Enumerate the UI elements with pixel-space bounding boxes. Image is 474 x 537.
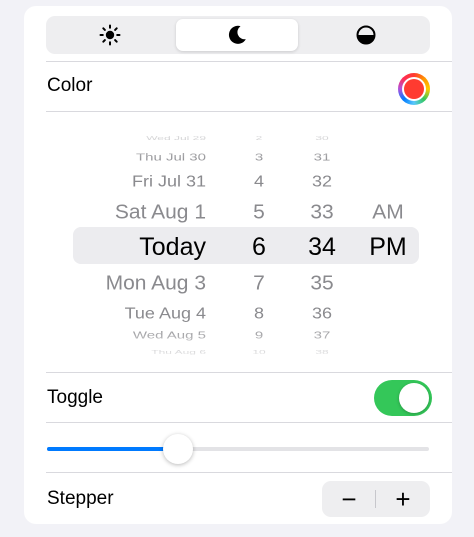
color-label: Color <box>47 75 93 96</box>
toggle-switch[interactable] <box>374 380 432 416</box>
picker-hour-item[interactable]: 10 <box>238 349 280 354</box>
picker-hour-item[interactable]: 3 <box>238 152 280 163</box>
divider <box>46 61 452 62</box>
date-picker-wheel[interactable]: Wed Jul 29 Thu Jul 30 Fri Jul 31 Sat Aug 1 T… <box>24 124 452 364</box>
divider <box>46 422 452 423</box>
picker-period-item[interactable]: AM <box>358 202 418 222</box>
stepper-increment-button[interactable]: + <box>376 481 430 517</box>
picker-date-item[interactable]: Wed Jul 29 <box>84 135 206 140</box>
moon-icon <box>226 24 248 46</box>
picker-column-period[interactable]: AM PM <box>358 124 418 364</box>
picker-minute-item[interactable]: 32 <box>298 173 346 189</box>
picker-date-item[interactable]: Tue Aug 4 <box>84 305 206 321</box>
picker-minute-selected[interactable]: 34 <box>298 235 346 260</box>
picker-minute-item[interactable]: 30 <box>298 135 346 140</box>
picker-hour-item[interactable]: 9 <box>238 330 280 341</box>
picker-period-selected[interactable]: PM <box>358 235 418 260</box>
divider <box>46 372 452 373</box>
color-well[interactable] <box>398 73 430 105</box>
toggle-knob <box>399 383 429 413</box>
picker-date-item[interactable]: Fri Jul 31 <box>84 173 206 189</box>
picker-date-selected[interactable]: Today <box>84 235 206 260</box>
picker-date-item[interactable]: Sat Aug 1 <box>84 202 206 222</box>
divider <box>46 111 452 112</box>
sun-icon <box>99 24 121 46</box>
picker-date-item[interactable]: Thu Aug 6 <box>84 349 206 354</box>
picker-date-item[interactable]: Wed Aug 5 <box>84 330 206 341</box>
segment-light[interactable] <box>49 19 171 51</box>
stepper-decrement-button[interactable]: − <box>322 481 376 517</box>
picker-column-minute[interactable]: 30 31 32 33 34 35 36 37 38 <box>298 124 346 364</box>
half-circle-icon <box>355 24 377 46</box>
picker-date-item[interactable]: Thu Jul 30 <box>84 152 206 163</box>
picker-hour-item[interactable]: 5 <box>238 202 280 222</box>
picker-minute-item[interactable]: 36 <box>298 305 346 321</box>
slider[interactable] <box>47 434 429 464</box>
picker-minute-item[interactable]: 31 <box>298 152 346 163</box>
picker-hour-selected[interactable]: 6 <box>238 235 280 260</box>
slider-fill <box>47 447 179 451</box>
toggle-label: Toggle <box>47 387 103 408</box>
stepper[interactable]: − + <box>322 481 430 517</box>
appearance-segmented-control[interactable] <box>46 16 430 54</box>
picker-hour-item[interactable]: 8 <box>238 305 280 321</box>
picker-hour-item[interactable]: 7 <box>238 273 280 293</box>
divider <box>46 472 452 473</box>
stepper-label: Stepper <box>47 488 114 509</box>
picker-date-item[interactable]: Mon Aug 3 <box>84 273 206 293</box>
picker-minute-item[interactable]: 35 <box>298 273 346 293</box>
segment-auto[interactable] <box>305 19 427 51</box>
picker-hour-item[interactable]: 4 <box>238 173 280 189</box>
slider-thumb[interactable] <box>163 434 194 464</box>
segment-dark[interactable] <box>176 19 298 51</box>
picker-minute-item[interactable]: 33 <box>298 202 346 222</box>
picker-hour-item[interactable]: 2 <box>238 135 280 140</box>
picker-column-date[interactable]: Wed Jul 29 Thu Jul 30 Fri Jul 31 Sat Aug 1 T… <box>84 124 206 364</box>
picker-minute-item[interactable]: 37 <box>298 330 346 341</box>
settings-card: Color Wed Jul 29 Thu Jul 30 Fri Jul 31 Sat … <box>24 6 452 524</box>
selected-color-swatch <box>404 79 424 99</box>
picker-minute-item[interactable]: 38 <box>298 349 346 354</box>
picker-column-hour[interactable]: 2 3 4 5 6 7 8 9 10 <box>238 124 280 364</box>
